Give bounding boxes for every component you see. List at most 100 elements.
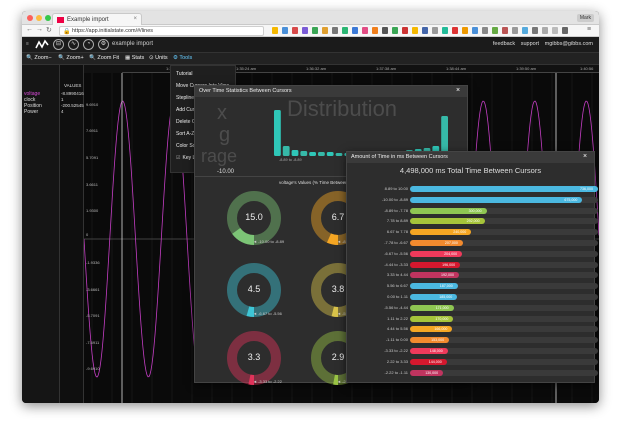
- minimize-window-icon[interactable]: [36, 15, 42, 21]
- amount-bar-row[interactable]: -7.78 to -6.67 207,000: [347, 239, 598, 247]
- stats-button[interactable]: ▦ Stats: [125, 55, 144, 61]
- amount-bar-row[interactable]: 1.11 to 2.22 170,000: [347, 315, 598, 323]
- signal-power[interactable]: Power: [24, 109, 38, 115]
- zoom-fit-button[interactable]: 🔍 Zoom Fit: [89, 55, 119, 61]
- zoom-in-button[interactable]: 🔍 Zoom+: [58, 55, 84, 61]
- time-tick: 1:39:50 am: [516, 66, 537, 71]
- bar-value: 736,000: [580, 187, 593, 191]
- amount-bar-row[interactable]: 3.33 to 4.44 192,000: [347, 271, 598, 279]
- y-tick: -7.6911: [86, 340, 100, 345]
- extension-icon[interactable]: [332, 27, 338, 34]
- extension-icon[interactable]: [372, 27, 378, 34]
- extension-icon[interactable]: [302, 27, 308, 34]
- extension-icon[interactable]: [312, 27, 318, 34]
- units-button[interactable]: ⊙ Units: [149, 55, 168, 61]
- extension-icon[interactable]: [562, 27, 568, 34]
- amount-bar-row[interactable]: 0.00 to 1.11 185,000: [347, 293, 598, 301]
- bar-track: 300,000: [410, 207, 598, 214]
- extension-icon[interactable]: [402, 27, 408, 34]
- bar-track: 144,000: [410, 358, 598, 365]
- histogram-bar: [441, 116, 448, 156]
- menu-icon[interactable]: ≡: [587, 26, 591, 33]
- y-tick: 5.7091: [86, 155, 99, 160]
- browser-tab[interactable]: Example import ×: [52, 13, 142, 25]
- settings-icon[interactable]: ⚙: [98, 39, 109, 50]
- extension-icon[interactable]: [282, 27, 288, 34]
- close-window-icon[interactable]: [27, 15, 33, 21]
- extension-icon[interactable]: [322, 27, 328, 34]
- extension-icon[interactable]: [502, 27, 508, 34]
- bar-label: -2.22 to -1.11: [384, 369, 409, 375]
- donut-chart[interactable]: 4.5 ◄ -6.67 to -5.56: [225, 261, 287, 321]
- maximize-window-icon[interactable]: [45, 15, 51, 21]
- extension-icon[interactable]: [362, 27, 368, 34]
- extension-icon[interactable]: [352, 27, 358, 34]
- amount-bar-row[interactable]: -3.33 to -2.22 148,000: [347, 347, 598, 355]
- extension-icon[interactable]: [442, 27, 448, 34]
- amount-bar-row[interactable]: -5.56 to -4.44 171,000: [347, 304, 598, 312]
- support-link[interactable]: support: [521, 41, 539, 47]
- y-tick: -3.6661: [86, 287, 100, 292]
- zoom-out-button[interactable]: 🔍 Zoom−: [26, 55, 52, 61]
- amount-bar-row[interactable]: -1.11 to 0.00 153,000: [347, 336, 598, 344]
- extension-icon[interactable]: [482, 27, 488, 34]
- close-icon[interactable]: ×: [456, 87, 460, 94]
- extension-icon[interactable]: [542, 27, 548, 34]
- bar-fill: [410, 196, 583, 203]
- menu-icon[interactable]: ≡: [26, 41, 29, 47]
- profile-button[interactable]: Mark: [576, 14, 594, 22]
- tools-button[interactable]: ⚙ Tools: [173, 55, 192, 61]
- amount-bar-row[interactable]: 7.78 to 8.89 292,000: [347, 217, 598, 225]
- amount-bar-row[interactable]: 4.44 to 5.56 166,000: [347, 325, 598, 333]
- close-tab-icon[interactable]: ×: [133, 16, 137, 22]
- dashboard-icon[interactable]: ⊟: [53, 39, 64, 50]
- amount-bar-row[interactable]: -6.67 to -5.56 204,000: [347, 250, 598, 258]
- amount-bar-row[interactable]: 2.22 to 3.33 144,000: [347, 358, 598, 366]
- extension-icon[interactable]: [552, 27, 558, 34]
- back-icon[interactable]: ←: [26, 26, 33, 33]
- bar-fill: [410, 186, 598, 192]
- extension-icon[interactable]: [422, 27, 428, 34]
- extension-icon[interactable]: [452, 27, 458, 34]
- extension-icon[interactable]: [492, 27, 498, 34]
- document-name[interactable]: example import: [112, 41, 153, 47]
- extension-icon[interactable]: [392, 27, 398, 34]
- forward-icon[interactable]: →: [36, 26, 43, 33]
- menu-item-sort[interactable]: Sort A-Z: [176, 131, 194, 137]
- bar-label: 0.00 to 1.11: [387, 294, 408, 299]
- star-icon[interactable]: [272, 27, 278, 34]
- extension-icon[interactable]: [382, 27, 388, 34]
- extension-icon[interactable]: [412, 27, 418, 34]
- extension-icon[interactable]: [292, 27, 298, 34]
- menu-item-tutorial[interactable]: Tutorial: [176, 71, 193, 77]
- close-icon[interactable]: ×: [583, 153, 587, 160]
- hist-tick: -8.89 to -8.89: [279, 158, 302, 162]
- feedback-link[interactable]: feedback: [493, 41, 515, 47]
- bar-track: 736,000: [410, 186, 598, 192]
- donut-chart[interactable]: 3.3 ◄ -3.33 to -2.22: [225, 329, 287, 389]
- extension-icon[interactable]: [512, 27, 518, 34]
- amount-bar-row[interactable]: 8.89 to 10.00 736,000: [347, 185, 598, 193]
- extension-icon[interactable]: [432, 27, 438, 34]
- amount-bar-row[interactable]: -2.22 to -1.11 130,000: [347, 369, 598, 377]
- amount-bar-row[interactable]: -4.44 to -3.33 196,000: [347, 261, 598, 269]
- waves-icon[interactable]: ∿: [68, 39, 79, 50]
- donut-chart[interactable]: 15.0 ◄ -10.00 to -8.89: [225, 189, 287, 249]
- extension-icon[interactable]: [532, 27, 538, 34]
- gauge-icon[interactable]: ◔: [83, 39, 94, 50]
- value-panel: VALUES -8.8990416 1 -200.52545 4: [60, 65, 84, 403]
- reload-icon[interactable]: ↻: [46, 26, 52, 34]
- account-link[interactable]: mgibbs@gibbs.com: [545, 41, 593, 47]
- zoom-in-label: Zoom+: [66, 55, 84, 61]
- url-field[interactable]: 🔒 https://app.initialstate.com/#/lines: [59, 26, 264, 36]
- amount-bar-row[interactable]: 6.67 to 7.78 240,000: [347, 228, 598, 236]
- amount-bar-row[interactable]: -10.00 to -8.89 675,000: [347, 196, 598, 204]
- y-tick: -1.9336: [86, 260, 100, 265]
- extension-icon[interactable]: [462, 27, 468, 34]
- bar-value: 130,000: [425, 370, 439, 375]
- extension-icon[interactable]: [472, 27, 478, 34]
- amount-bar-row[interactable]: -8.89 to -7.78 300,000: [347, 207, 598, 215]
- extension-icon[interactable]: [342, 27, 348, 34]
- amount-bar-row[interactable]: 5.56 to 6.67 187,000: [347, 282, 598, 290]
- extension-icon[interactable]: [522, 27, 528, 34]
